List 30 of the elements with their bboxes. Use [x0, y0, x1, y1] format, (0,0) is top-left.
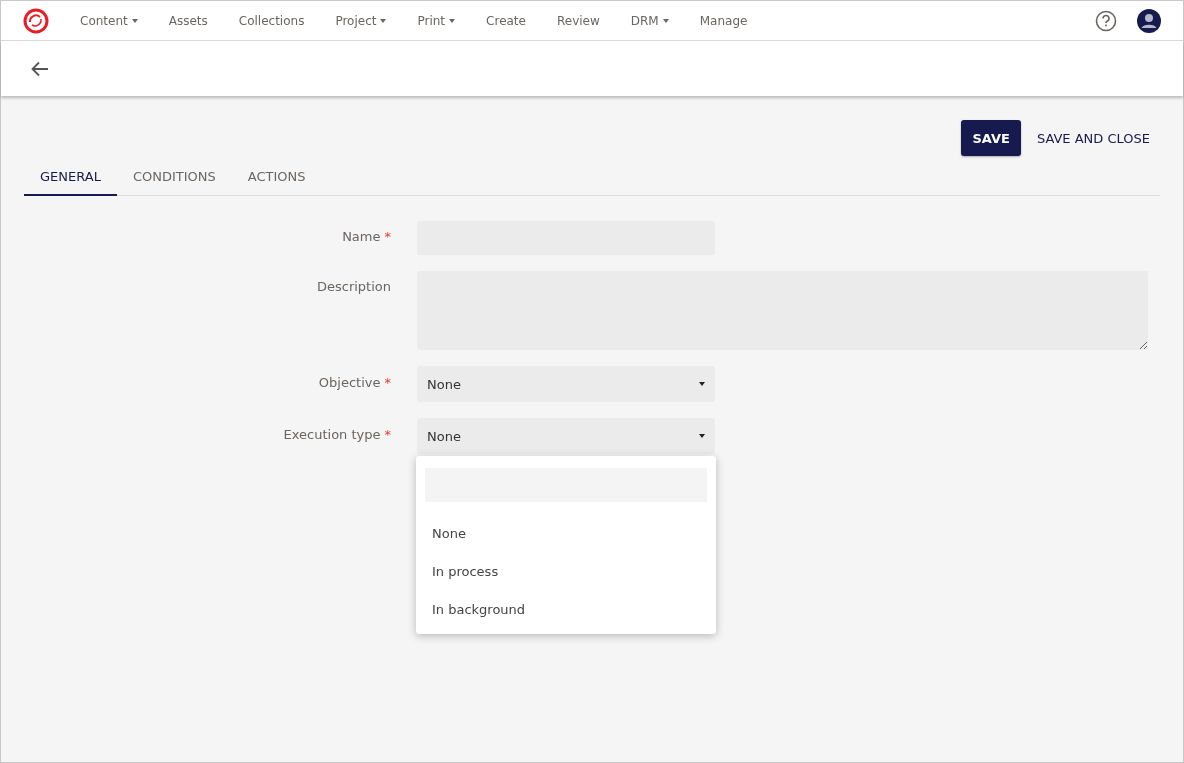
dropdown-option[interactable]: In background	[416, 590, 716, 628]
nav-link[interactable]: Project	[335, 13, 387, 28]
field-label: Description	[316, 279, 391, 294]
user-avatar-icon[interactable]	[1137, 8, 1161, 33]
tab[interactable]: ACTIONS	[231, 160, 322, 196]
nav-link[interactable]: Content	[80, 13, 138, 28]
field-label: Objective	[318, 375, 381, 390]
tab[interactable]: CONDITIONS	[116, 160, 232, 196]
required-mark: *	[384, 427, 391, 442]
back-arrow-icon[interactable]	[31, 60, 49, 77]
nav-link[interactable]: Print	[417, 13, 456, 28]
select-field[interactable]: None	[417, 418, 715, 454]
nav-link[interactable]: Collections	[238, 13, 305, 28]
help-icon[interactable]	[1095, 9, 1117, 32]
save-button[interactable]: SAVE	[961, 120, 1021, 156]
nav-link[interactable]: Manage	[699, 13, 748, 28]
required-mark: *	[384, 375, 391, 390]
nav-link[interactable]: Create	[486, 13, 526, 28]
nav-link[interactable]: Assets	[168, 13, 208, 28]
nav-link[interactable]: DRM	[630, 13, 669, 28]
nav-link[interactable]: Review	[556, 13, 600, 28]
save-and-close-button[interactable]: SAVE AND CLOSE	[1036, 120, 1150, 156]
select-field[interactable]: None	[417, 366, 715, 402]
dropdown-option[interactable]: None	[416, 514, 716, 552]
field-label: Execution type	[283, 427, 381, 442]
field-label: Name	[342, 229, 381, 244]
dropdown-option[interactable]: In process	[416, 552, 716, 590]
tab[interactable]: GENERAL	[24, 160, 117, 196]
logo-icon	[23, 7, 49, 34]
required-mark: *	[384, 229, 391, 244]
